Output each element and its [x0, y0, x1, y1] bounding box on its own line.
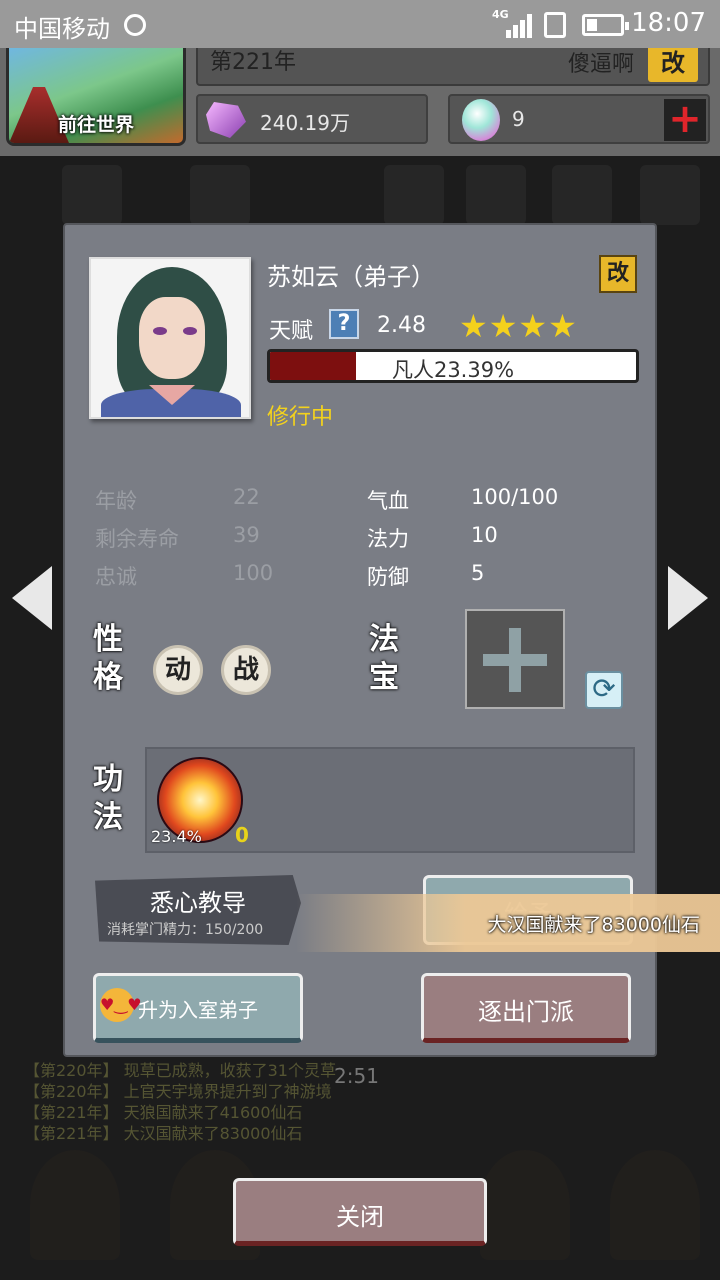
refresh-icon[interactable]: ⟳ — [585, 671, 623, 709]
log-line: 【第221年】 大汉国献来了83000仙石 — [24, 1124, 303, 1143]
stat-label-hp: 气血 — [367, 489, 409, 513]
trait-badge[interactable]: 战 — [221, 645, 271, 695]
stat-value-age: 22 — [233, 485, 260, 509]
close-button[interactable]: 关闭 — [233, 1178, 487, 1246]
stat-value-lifespan: 39 — [233, 523, 260, 547]
close-label: 关闭 — [336, 1203, 384, 1231]
stat-value-hp: 100/100 — [471, 485, 559, 509]
egg-icon — [462, 99, 500, 141]
talent-help-icon[interactable]: ? — [329, 309, 359, 339]
teach-button[interactable]: 悉心教导 消耗掌门精力：150/200 — [95, 875, 301, 945]
cultivation-progress-bar: 凡人23.39% — [267, 349, 639, 383]
hotspot-icon — [124, 14, 146, 36]
next-disciple-arrow-icon[interactable] — [668, 566, 708, 630]
expel-label: 逐出门派 — [478, 998, 574, 1026]
heart-eyes-icon: ♥‿♥ — [100, 988, 142, 1022]
technique-slots: 23.4% 0 — [145, 747, 635, 853]
technique-label: 功 法 — [93, 762, 123, 835]
stat-value-mana: 10 — [471, 523, 498, 547]
stat-label-mana: 法力 — [367, 527, 409, 551]
clock: 18:07 — [631, 8, 706, 38]
signal-icon — [500, 14, 534, 38]
promote-label: 升为入室弟子 — [138, 998, 258, 1022]
disciple-status: 修行中 — [267, 405, 334, 430]
cultivation-progress-text: 凡人23.39% — [391, 358, 515, 382]
countdown-timer: 2:51 — [334, 1064, 379, 1088]
go-to-world-button[interactable]: 前往世界 — [6, 40, 186, 146]
star-rating: ★★★★ — [459, 307, 578, 345]
egg-value: 9 — [512, 107, 525, 131]
stat-label-loyalty: 忠诚 — [95, 565, 137, 589]
stat-label-age: 年龄 — [95, 489, 137, 513]
carrier-name: 中国移动 — [14, 15, 110, 43]
status-bar: 中国移动 4G 18:07 — [0, 0, 720, 48]
teach-cost: 消耗掌门精力：150/200 — [107, 922, 264, 938]
talent-label: 天赋 — [269, 319, 314, 344]
sect-name: 傻逼啊 — [567, 52, 634, 77]
spirit-stone-counter: 240.19万 — [196, 94, 428, 144]
log-line: 【第221年】 天狼国献来了41600仙石 — [24, 1103, 303, 1122]
go-to-world-label: 前往世界 — [57, 114, 134, 136]
rename-sect-button[interactable]: 改 — [648, 44, 698, 82]
stat-value-defense: 5 — [471, 561, 485, 585]
disciple-portrait — [89, 257, 251, 419]
personality-label: 性 格 — [93, 622, 123, 695]
previous-disciple-arrow-icon[interactable] — [12, 566, 52, 630]
stat-label-defense: 防御 — [367, 565, 409, 589]
teach-label: 悉心教导 — [150, 889, 246, 917]
technique-progress: 23.4% — [151, 827, 202, 846]
stat-value-loyalty: 100 — [233, 561, 274, 585]
trait-badge[interactable]: 动 — [153, 645, 203, 695]
battery-icon — [582, 14, 629, 36]
add-icon[interactable]: + — [664, 99, 706, 141]
promote-button[interactable]: ♥‿♥ 升为入室弟子 — [93, 973, 303, 1043]
disciple-name: 苏如云（弟子） — [267, 263, 435, 291]
year-title: 第221年 — [210, 50, 296, 75]
rename-disciple-button[interactable]: 改 — [599, 255, 637, 293]
sim-icon — [544, 12, 566, 38]
talent-value: 2.48 — [377, 313, 426, 338]
toast-text: 大汉国献来了83000仙石 — [487, 914, 700, 936]
expel-button[interactable]: 逐出门派 — [421, 973, 631, 1043]
stat-label-lifespan: 剩余寿命 — [95, 527, 179, 551]
spirit-stone-value: 240.19万 — [260, 111, 350, 135]
treasure-slot-add-button[interactable] — [465, 609, 565, 709]
egg-counter: 9 + — [448, 94, 710, 144]
treasure-label: 法 宝 — [369, 622, 399, 695]
technique-level: 0 — [235, 823, 249, 847]
notification-toast: 大汉国献来了83000仙石 — [296, 894, 720, 952]
spirit-stone-icon — [206, 102, 246, 138]
